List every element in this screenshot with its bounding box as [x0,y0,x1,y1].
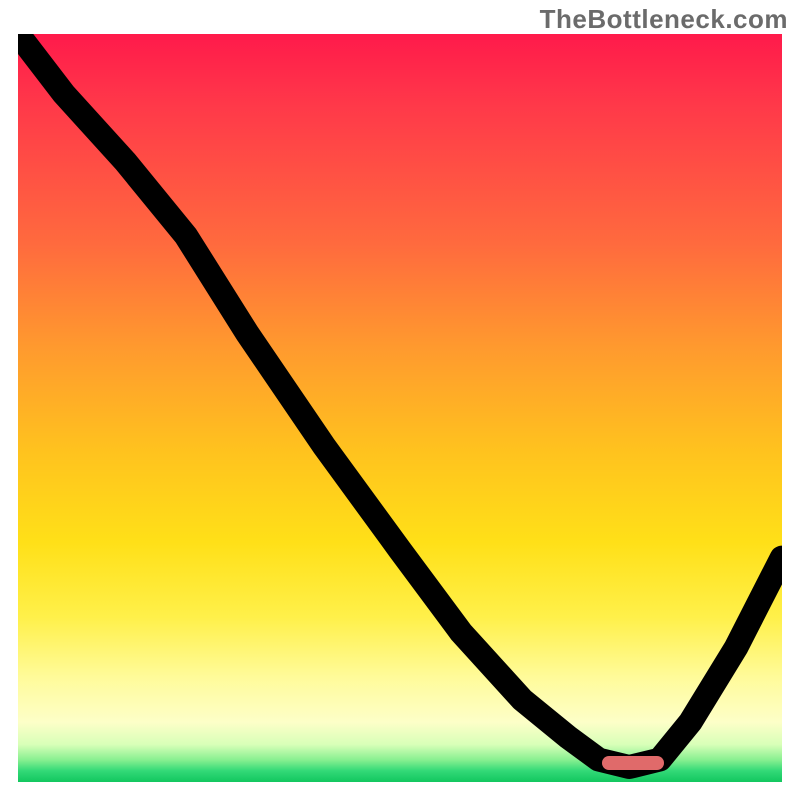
curve-svg [18,34,782,782]
plot-area [18,34,782,782]
bottleneck-curve [18,34,782,767]
chart-stage: TheBottleneck.com [0,0,800,800]
optimal-range-marker [602,756,663,770]
watermark-text: TheBottleneck.com [540,4,788,35]
